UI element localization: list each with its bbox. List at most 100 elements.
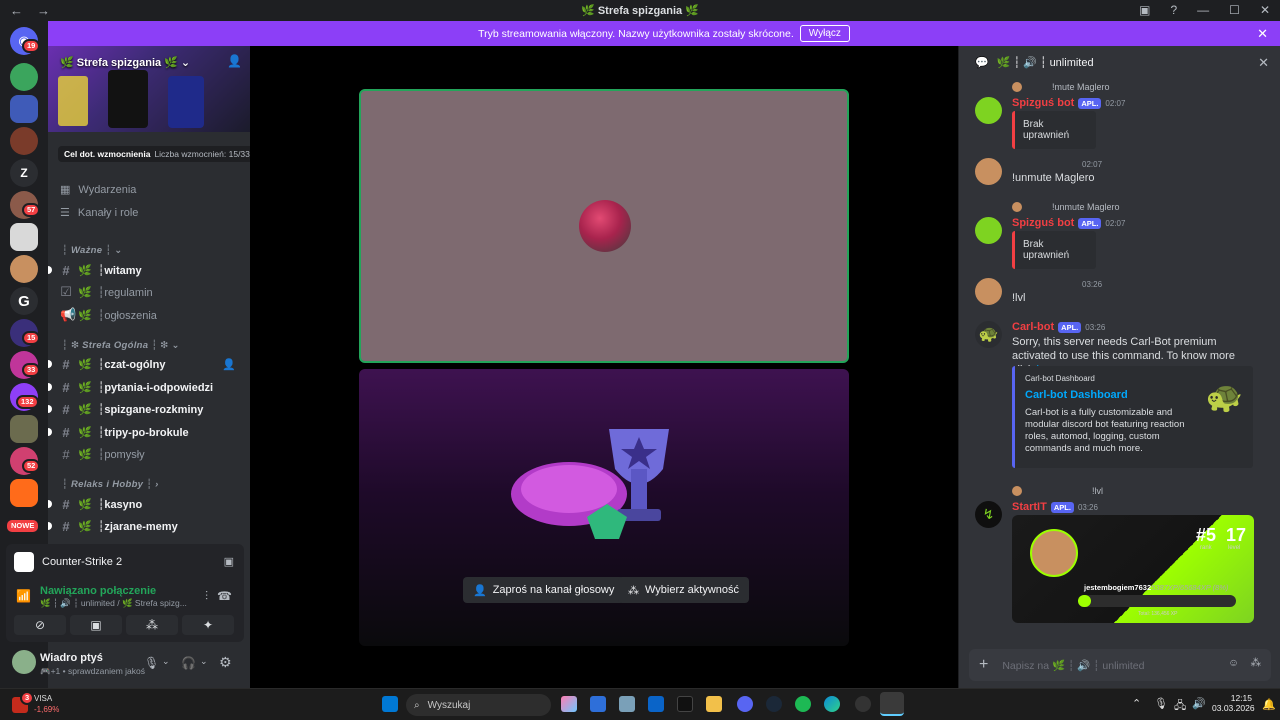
username[interactable]: Wiadro ptyś	[40, 652, 103, 664]
server-icon[interactable]	[10, 223, 38, 251]
mic-tray-icon[interactable]: 🎙	[1154, 697, 1168, 710]
close-banner-icon[interactable]: ✕	[1257, 26, 1268, 42]
channel-ogloszenia[interactable]: 📢 🌿 ┆ogłoszenia	[56, 305, 242, 325]
microphone-icon[interactable]: 🎙	[144, 656, 159, 670]
server-icon[interactable]	[10, 415, 38, 443]
add-attachment-icon[interactable]: +	[979, 656, 988, 674]
channel-spizgane-rozkminy[interactable]: # 🌿 ┆spizgane-rozkminy	[48, 399, 242, 419]
file-explorer-icon[interactable]	[706, 696, 722, 712]
boost-progress[interactable]: Cel dot. wzmocnienia Liczba wzmocnień: 15…	[58, 146, 262, 162]
channel-pytania[interactable]: # 🌿 ┆pytania-i-odpowiedzi	[48, 377, 242, 397]
notifications-icon[interactable]: 🔔	[1262, 698, 1276, 711]
help-icon[interactable]: ?	[1170, 3, 1177, 17]
new-unreads-pill[interactable]: NOWE	[5, 518, 41, 534]
reply-reference[interactable]: !unmute Maglero	[1012, 202, 1120, 212]
add-member-icon[interactable]: 👤	[222, 358, 236, 371]
disconnect-icon[interactable]: ☎	[217, 589, 232, 603]
headphones-icon[interactable]: 🎧	[181, 656, 196, 670]
events-link[interactable]: ▦ Wydarzenia	[60, 183, 136, 197]
cs2-taskbar-icon[interactable]	[880, 692, 904, 716]
volume-icon[interactable]: 🔊	[1192, 697, 1206, 710]
voice-channel-path[interactable]: 🌿 ┆ 🔊 ┆ unlimited / 🌿 Strefa spizg...	[40, 598, 187, 609]
screen-share-button[interactable]: ▣	[70, 615, 122, 635]
category-relaks[interactable]: ┆ Relaks i Hobby ┆ ›	[62, 479, 159, 490]
clock[interactable]: 12:15 03.03.2026	[1212, 693, 1255, 713]
network-icon[interactable]: 🖧	[1174, 697, 1186, 716]
startit-avatar[interactable]: ↯	[975, 501, 1002, 528]
app-icon[interactable]	[855, 696, 871, 712]
category-wazne[interactable]: ┆ Ważne ┆ ⌄	[62, 245, 123, 256]
stream-game-icon[interactable]: ▣	[224, 555, 234, 568]
maximize-icon[interactable]: ☐	[1229, 3, 1240, 17]
channel-regulamin[interactable]: ☑ 🌿 ┆regulamin	[56, 282, 242, 302]
invite-to-voice-button[interactable]: 👤 Zaproś na kanał głosowy	[463, 577, 625, 603]
invite-icon[interactable]: 👤	[227, 54, 242, 68]
soundboard-button[interactable]: ✦	[182, 615, 234, 635]
noise-suppression-icon[interactable]: ⫶	[205, 589, 208, 604]
message-author[interactable]: Carl-bot APL. 03:26	[1012, 321, 1105, 333]
inbox-icon[interactable]: ▣	[1139, 3, 1150, 17]
channel-zjarane-memy[interactable]: # 🌿 ┆zjarane-memy	[48, 516, 242, 536]
copilot-icon[interactable]	[561, 696, 577, 712]
spotify-icon[interactable]	[795, 696, 811, 712]
message-author[interactable]: StartIT APL. 03:26	[1012, 501, 1098, 513]
chevron-down-icon[interactable]: ⌄	[200, 656, 208, 667]
disable-streamer-mode-button[interactable]: Wyłącz	[799, 25, 850, 42]
server-icon[interactable]	[10, 127, 38, 155]
channels-roles-link[interactable]: ☰ Kanały i role	[60, 206, 138, 220]
server-icon-g[interactable]: G	[10, 287, 38, 315]
server-icon[interactable]	[10, 255, 38, 283]
gear-icon[interactable]: ⚙	[219, 654, 232, 671]
edge-icon[interactable]	[824, 696, 840, 712]
game-activity[interactable]: Counter-Strike 2 ▣	[6, 544, 244, 579]
avatar[interactable]	[12, 650, 36, 674]
participant-tile[interactable]	[359, 89, 849, 363]
server-icon[interactable]	[10, 95, 38, 123]
avatar[interactable]	[975, 278, 1002, 305]
reply-reference[interactable]: !mute Maglero	[1012, 82, 1110, 92]
avatar[interactable]	[975, 217, 1002, 244]
server-icon[interactable]	[10, 479, 38, 507]
taskbar-search[interactable]: ⌕ Wyszukaj	[406, 694, 551, 716]
message-author[interactable]: Spizguś bot APL. 02:07	[1012, 97, 1125, 109]
emoji-icon[interactable]: ☺	[1228, 657, 1239, 669]
close-chat-icon[interactable]: ✕	[1258, 55, 1269, 71]
avatar[interactable]	[975, 97, 1002, 124]
unread-pip	[48, 405, 52, 413]
apps-icon[interactable]: ⁂	[1251, 657, 1262, 669]
stock-name[interactable]: VISA	[34, 694, 52, 703]
avatar[interactable]	[975, 158, 1002, 185]
connection-signal-icon[interactable]: 📶	[16, 589, 31, 603]
channel-czat-ogolny[interactable]: # 🌿 ┆czat-ogólny 👤	[48, 354, 242, 374]
minimize-icon[interactable]: —	[1197, 3, 1209, 17]
windows-start-icon[interactable]	[382, 696, 398, 712]
hash-icon: #	[62, 262, 70, 278]
channel-pomysly[interactable]: # 🌿 ┆pomysły	[56, 444, 242, 464]
channel-kasyno[interactable]: # 🌿 ┆kasyno	[48, 494, 242, 514]
activities-button[interactable]: ⁂	[126, 615, 178, 635]
discord-taskbar-icon[interactable]	[737, 696, 753, 712]
server-banner[interactable]: 🌿 Strefa spizgania 🌿 ⌄ 👤	[48, 46, 250, 132]
outlook-icon[interactable]	[648, 696, 664, 712]
app-icon[interactable]	[619, 696, 635, 712]
category-strefa-ogolna[interactable]: ┆ ❇ Strefa Ogólna ┆ ❇ ⌄	[62, 340, 180, 351]
reply-reference[interactable]: !lvl	[1012, 486, 1103, 496]
close-window-icon[interactable]: ✕	[1260, 3, 1270, 17]
server-icon-strefa[interactable]	[10, 63, 38, 91]
app-icon[interactable]	[677, 696, 693, 712]
choose-activity-button[interactable]: ⁂ Wybierz aktywność	[618, 577, 750, 603]
chevron-down-icon[interactable]: ⌄	[162, 656, 170, 667]
camera-off-button[interactable]: ⊘	[14, 615, 66, 635]
server-icon-z[interactable]: Z	[10, 159, 38, 187]
tray-chevron-icon[interactable]: ⌃	[1132, 697, 1141, 710]
app-icon[interactable]	[590, 696, 606, 712]
turtle-avatar[interactable]: 🐢	[975, 321, 1002, 348]
channel-tripy-po-brokule[interactable]: # 🌿 ┆tripy-po-brokule	[48, 422, 242, 442]
chat-input[interactable]: + Napisz na 🌿 ┆ 🔊 ┆ unlimited ☺ ⁂	[969, 649, 1271, 681]
server-name[interactable]: 🌿 Strefa spizgania 🌿 ⌄	[60, 56, 190, 69]
message-author[interactable]: Spizguś bot APL. 02:07	[1012, 217, 1125, 229]
steam-icon[interactable]	[766, 696, 782, 712]
unread-pip	[48, 360, 52, 368]
calendar-icon: ▦	[60, 184, 71, 196]
channel-witamy[interactable]: # 🌿 ┆witamy	[48, 260, 242, 280]
